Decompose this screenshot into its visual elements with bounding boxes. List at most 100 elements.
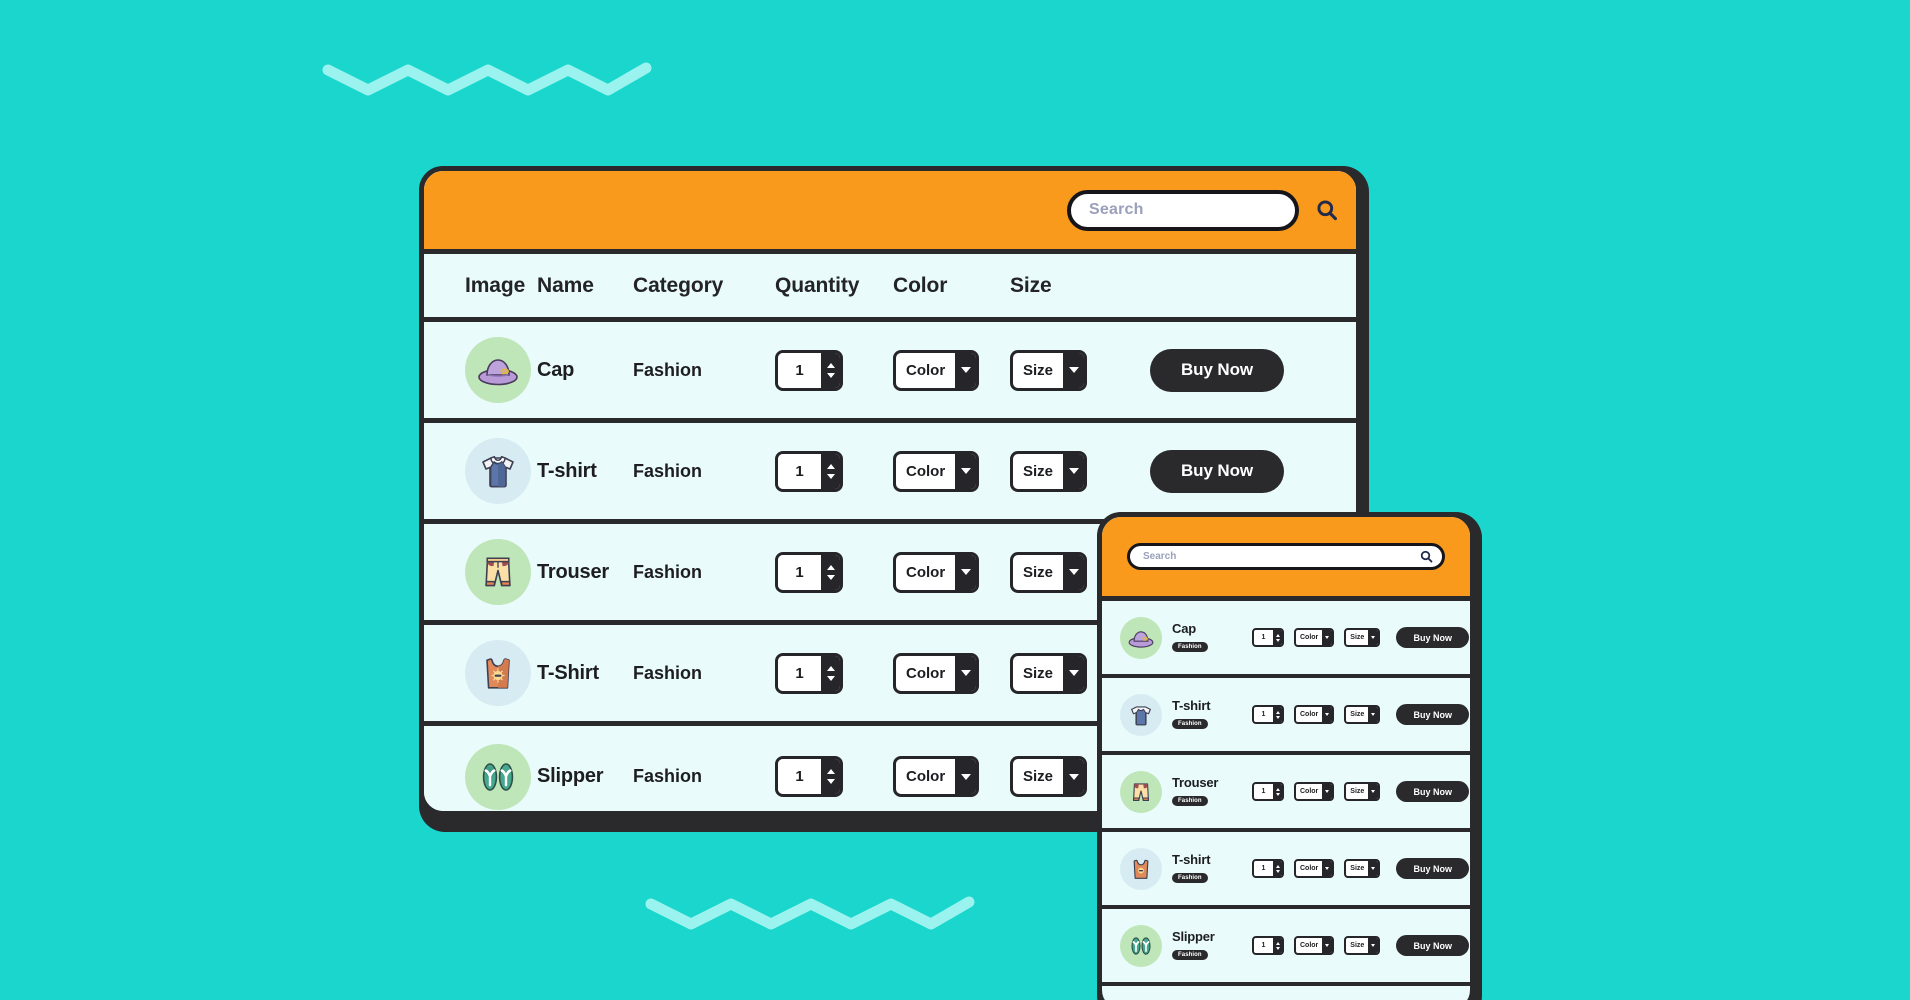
- size-select[interactable]: Size: [1010, 551, 1088, 593]
- quantity-stepper[interactable]: 1: [1252, 705, 1284, 724]
- stepper-increment-icon[interactable]: [826, 362, 835, 368]
- stepper-increment-icon[interactable]: [1275, 941, 1280, 945]
- stepper-arrows[interactable]: [821, 453, 840, 489]
- stepper-decrement-icon[interactable]: [1275, 715, 1280, 719]
- quantity-value[interactable]: 1: [1254, 938, 1273, 953]
- chevron-down-icon[interactable]: [955, 759, 977, 794]
- search-input[interactable]: [1143, 551, 1414, 562]
- quantity-value[interactable]: 1: [778, 554, 821, 590]
- stepper-arrows[interactable]: [821, 655, 840, 691]
- stepper-increment-icon[interactable]: [1275, 787, 1280, 791]
- quantity-value[interactable]: 1: [778, 655, 821, 691]
- mobile-search-box[interactable]: [1127, 543, 1445, 570]
- quantity-stepper[interactable]: 1: [775, 652, 843, 694]
- buy-now-button[interactable]: Buy Now: [1396, 704, 1470, 725]
- chevron-down-icon[interactable]: [955, 352, 977, 388]
- size-select[interactable]: Size: [1344, 782, 1381, 801]
- stepper-decrement-icon[interactable]: [1275, 792, 1280, 796]
- chevron-down-icon[interactable]: [1322, 630, 1333, 645]
- stepper-increment-icon[interactable]: [1275, 710, 1280, 714]
- size-select[interactable]: Size: [1010, 756, 1088, 797]
- chevron-down-icon[interactable]: [1063, 655, 1085, 691]
- buy-now-button[interactable]: Buy Now: [1396, 627, 1470, 648]
- size-select[interactable]: Size: [1344, 628, 1381, 647]
- size-select[interactable]: Size: [1344, 936, 1381, 955]
- chevron-down-icon[interactable]: [1368, 707, 1379, 722]
- stepper-arrows[interactable]: [1273, 707, 1282, 722]
- stepper-increment-icon[interactable]: [826, 769, 835, 774]
- chevron-down-icon[interactable]: [1322, 784, 1333, 799]
- chevron-down-icon[interactable]: [1368, 861, 1379, 876]
- stepper-decrement-icon[interactable]: [826, 372, 835, 378]
- desktop-search-box[interactable]: [1067, 189, 1337, 231]
- search-input[interactable]: [1089, 201, 1308, 219]
- quantity-stepper[interactable]: 1: [1252, 936, 1284, 955]
- chevron-down-icon[interactable]: [1063, 352, 1085, 388]
- chevron-down-icon[interactable]: [1063, 759, 1085, 794]
- quantity-value[interactable]: 1: [1254, 707, 1273, 722]
- color-select[interactable]: Color: [1294, 936, 1335, 955]
- stepper-increment-icon[interactable]: [826, 665, 835, 671]
- stepper-decrement-icon[interactable]: [1275, 946, 1280, 950]
- color-select[interactable]: Color: [1294, 782, 1335, 801]
- stepper-decrement-icon[interactable]: [826, 574, 835, 580]
- quantity-value[interactable]: 1: [778, 453, 821, 489]
- stepper-arrows[interactable]: [821, 759, 840, 794]
- color-select[interactable]: Color: [893, 450, 980, 492]
- stepper-decrement-icon[interactable]: [1275, 869, 1280, 873]
- buy-now-button[interactable]: Buy Now: [1396, 935, 1470, 956]
- color-select[interactable]: Color: [893, 551, 980, 593]
- color-select[interactable]: Color: [1294, 705, 1335, 724]
- buy-now-button[interactable]: Buy Now: [1150, 449, 1284, 493]
- chevron-down-icon[interactable]: [1368, 938, 1379, 953]
- size-select[interactable]: Size: [1344, 705, 1381, 724]
- chevron-down-icon[interactable]: [1063, 554, 1085, 590]
- chevron-down-icon[interactable]: [955, 453, 977, 489]
- stepper-decrement-icon[interactable]: [826, 779, 835, 784]
- stepper-decrement-icon[interactable]: [826, 675, 835, 681]
- quantity-stepper[interactable]: 1: [775, 551, 843, 593]
- chevron-down-icon[interactable]: [1063, 453, 1085, 489]
- search-icon[interactable]: [1420, 550, 1433, 563]
- color-select[interactable]: Color: [893, 652, 980, 694]
- stepper-arrows[interactable]: [821, 352, 840, 388]
- stepper-increment-icon[interactable]: [826, 564, 835, 570]
- stepper-arrows[interactable]: [1273, 861, 1282, 876]
- chevron-down-icon[interactable]: [1368, 630, 1379, 645]
- stepper-decrement-icon[interactable]: [1275, 638, 1280, 642]
- stepper-arrows[interactable]: [1273, 938, 1282, 953]
- quantity-value[interactable]: 1: [778, 352, 821, 388]
- buy-now-button[interactable]: Buy Now: [1150, 348, 1284, 392]
- quantity-value[interactable]: 1: [1254, 630, 1273, 645]
- quantity-stepper[interactable]: 1: [775, 349, 843, 391]
- quantity-stepper[interactable]: 1: [775, 450, 843, 492]
- size-select[interactable]: Size: [1344, 859, 1381, 878]
- stepper-arrows[interactable]: [821, 554, 840, 590]
- quantity-stepper[interactable]: 1: [1252, 859, 1284, 878]
- search-icon[interactable]: [1316, 199, 1338, 221]
- size-select[interactable]: Size: [1010, 349, 1088, 391]
- chevron-down-icon[interactable]: [1322, 707, 1333, 722]
- stepper-arrows[interactable]: [1273, 630, 1282, 645]
- size-select[interactable]: Size: [1010, 652, 1088, 694]
- stepper-increment-icon[interactable]: [1275, 633, 1280, 637]
- stepper-decrement-icon[interactable]: [826, 473, 835, 479]
- stepper-arrows[interactable]: [1273, 784, 1282, 799]
- chevron-down-icon[interactable]: [955, 554, 977, 590]
- quantity-stepper[interactable]: 1: [1252, 782, 1284, 801]
- chevron-down-icon[interactable]: [1368, 784, 1379, 799]
- color-select[interactable]: Color: [1294, 628, 1335, 647]
- color-select[interactable]: Color: [1294, 859, 1335, 878]
- quantity-value[interactable]: 1: [1254, 784, 1273, 799]
- quantity-stepper[interactable]: 1: [775, 756, 843, 797]
- quantity-stepper[interactable]: 1: [1252, 628, 1284, 647]
- quantity-value[interactable]: 1: [1254, 861, 1273, 876]
- chevron-down-icon[interactable]: [1322, 938, 1333, 953]
- chevron-down-icon[interactable]: [955, 655, 977, 691]
- buy-now-button[interactable]: Buy Now: [1396, 781, 1470, 802]
- color-select[interactable]: Color: [893, 349, 980, 391]
- color-select[interactable]: Color: [893, 756, 980, 797]
- chevron-down-icon[interactable]: [1322, 861, 1333, 876]
- stepper-increment-icon[interactable]: [826, 463, 835, 469]
- quantity-value[interactable]: 1: [778, 759, 821, 794]
